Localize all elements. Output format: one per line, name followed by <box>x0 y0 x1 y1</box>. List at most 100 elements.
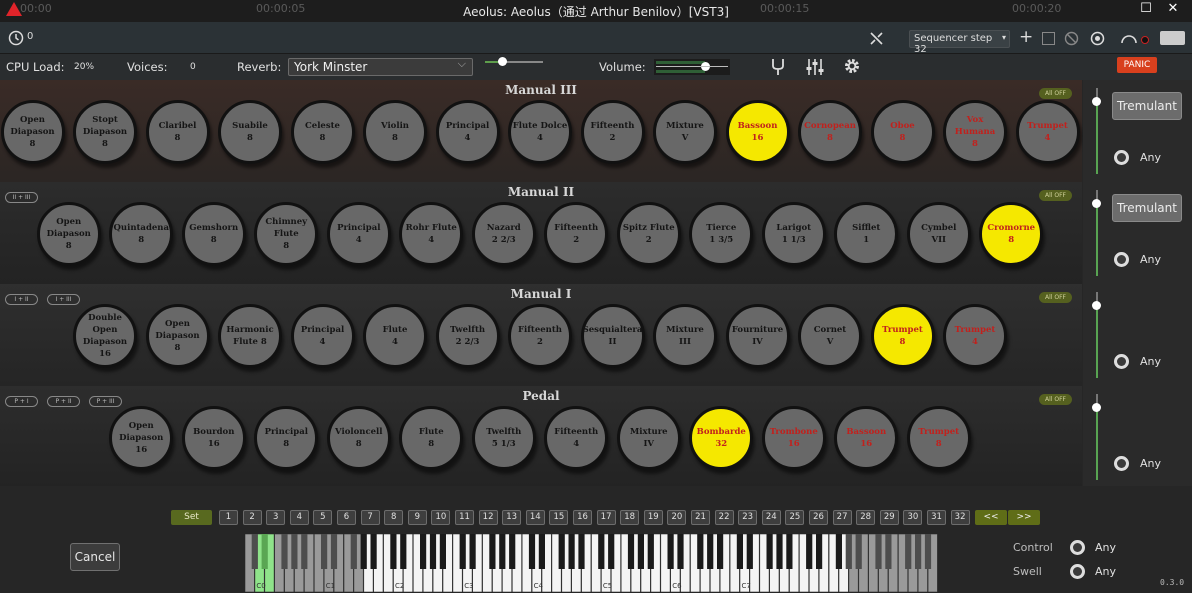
preset-button[interactable]: 28 <box>856 510 876 525</box>
stop-button[interactable]: Chimney Flute 8 <box>254 202 319 266</box>
bypass-icon[interactable] <box>1064 31 1079 46</box>
preset-prev-button[interactable]: << <box>975 510 1007 525</box>
midi-channel-value[interactable]: Any <box>1140 151 1161 164</box>
all-off-button[interactable]: All OFF <box>1039 394 1072 405</box>
stop-button[interactable]: Open Diapason 8 <box>145 304 210 368</box>
preset-button[interactable]: 7 <box>360 510 380 525</box>
add-icon[interactable]: + <box>1019 27 1033 47</box>
close-icon[interactable]: ✕ <box>1163 1 1183 16</box>
preset-button[interactable]: 14 <box>525 510 545 525</box>
midi-channel-icon[interactable] <box>1070 564 1085 579</box>
sequencer-step-select[interactable]: Sequencer step 32 ▾ <box>909 30 1010 55</box>
preset-button[interactable]: 29 <box>879 510 899 525</box>
all-off-button[interactable]: All OFF <box>1039 292 1072 303</box>
stop-button[interactable]: Cornet V <box>798 304 862 368</box>
stop-button[interactable]: Gemshorn 8 <box>181 202 246 266</box>
preset-button[interactable]: 27 <box>832 510 852 525</box>
preset-button[interactable]: 6 <box>337 510 356 525</box>
reverb-level-slider[interactable] <box>485 54 543 70</box>
stop-button[interactable]: Sesquialtera II <box>580 304 645 368</box>
stop-button[interactable]: Quintadena 8 <box>109 202 174 266</box>
coupler-button[interactable]: P + I <box>5 396 38 407</box>
preset-button[interactable]: 31 <box>927 510 946 525</box>
preset-button[interactable]: 5 <box>313 510 333 525</box>
stop-button[interactable]: Trumpet 8 <box>906 406 971 470</box>
preset-set-button[interactable]: Set <box>171 510 212 525</box>
preset-button[interactable]: 26 <box>809 510 828 525</box>
stop-button[interactable]: Bassoon 16 <box>725 100 790 164</box>
preset-button[interactable]: 21 <box>691 510 710 525</box>
gear-icon[interactable] <box>843 57 861 75</box>
stop-button[interactable]: Sifflet 1 <box>834 202 899 266</box>
stop-button[interactable]: Nazard 2 2/3 <box>471 202 536 266</box>
coupler-button[interactable]: P + III <box>89 396 122 407</box>
stop-button[interactable]: Open Diapason 16 <box>109 406 174 470</box>
stop-button[interactable]: Larigot 1 1/3 <box>761 202 826 266</box>
stop-button[interactable]: Spitz Flute 2 <box>616 202 681 266</box>
all-off-button[interactable]: All OFF <box>1039 190 1072 201</box>
stop-button[interactable]: Fifteenth 2 <box>580 100 645 164</box>
preset-button[interactable]: 2 <box>242 510 262 525</box>
preset-button[interactable]: 22 <box>714 510 734 525</box>
preset-button[interactable]: 12 <box>478 510 498 525</box>
stop-button[interactable]: Fourniture IV <box>725 304 790 368</box>
stop-button[interactable]: Fifteenth 2 <box>544 202 609 266</box>
preset-button[interactable]: 1 <box>219 510 238 525</box>
midi-channel-value[interactable]: Any <box>1140 457 1161 470</box>
cancel-button[interactable]: Cancel <box>70 543 120 571</box>
tuning-fork-icon[interactable] <box>770 58 786 76</box>
preset-button[interactable]: 20 <box>667 510 687 525</box>
stop-button[interactable]: Violoncell 8 <box>326 406 391 470</box>
preset-button[interactable]: 16 <box>573 510 592 525</box>
preset-button[interactable]: 18 <box>620 510 640 525</box>
stop-button[interactable]: Twelfth 2 2/3 <box>435 304 500 368</box>
stop-button[interactable]: Fifteenth 2 <box>508 304 572 368</box>
maximize-icon[interactable]: ☐ <box>1136 1 1156 16</box>
routing-icon[interactable] <box>869 31 884 46</box>
midi-channel-icon[interactable] <box>1114 354 1129 369</box>
stop-button[interactable]: Claribel 8 <box>145 100 210 164</box>
reverb-select[interactable]: York Minster ⌵ <box>288 57 473 76</box>
division-volume-slider[interactable] <box>1092 190 1101 276</box>
coupler-button[interactable]: P + II <box>47 396 80 407</box>
midi-channel-value[interactable]: Any <box>1140 253 1161 266</box>
timer-icon[interactable] <box>8 30 24 46</box>
stop-button[interactable]: Flute 4 <box>363 304 427 368</box>
preset-button[interactable]: 19 <box>643 510 663 525</box>
midi-channel-icon[interactable] <box>1114 252 1129 267</box>
stop-button[interactable]: Double Open Diapason 16 <box>73 304 137 368</box>
stop-button[interactable]: Principal 4 <box>290 304 355 368</box>
preset-button[interactable]: 11 <box>455 510 474 525</box>
stop-button[interactable]: Principal 4 <box>326 202 391 266</box>
midi-channel-icon[interactable] <box>1070 540 1085 555</box>
stop-button[interactable]: Stopt Diapason 8 <box>73 100 137 164</box>
all-off-button[interactable]: All OFF <box>1039 88 1072 99</box>
stop-button[interactable]: Bassoon 16 <box>834 406 899 470</box>
stop-button[interactable]: Trumpet 8 <box>870 304 935 368</box>
stop-button[interactable]: Mixture III <box>653 304 717 368</box>
stop-button[interactable]: Open Diapason 8 <box>0 100 65 164</box>
coupler-button[interactable]: I + III <box>47 294 80 305</box>
midi-channel-icon[interactable] <box>1114 456 1129 471</box>
preset-button[interactable]: 24 <box>761 510 781 525</box>
division-volume-slider[interactable] <box>1092 292 1101 378</box>
stop-button[interactable]: Suabile 8 <box>218 100 282 164</box>
division-volume-slider[interactable] <box>1092 88 1101 174</box>
stop-button[interactable]: Fifteenth 4 <box>544 406 609 470</box>
swell-channel-value[interactable]: Any <box>1095 565 1116 578</box>
keyboard-toggle-icon[interactable] <box>1160 31 1185 45</box>
preset-button[interactable]: 32 <box>950 510 970 525</box>
preset-button[interactable]: 9 <box>407 510 427 525</box>
performance-icon[interactable] <box>1120 31 1156 46</box>
preset-button[interactable]: 23 <box>738 510 758 525</box>
preset-button[interactable]: 15 <box>549 510 569 525</box>
stop-button[interactable]: Twelfth 5 1/3 <box>471 406 536 470</box>
stop-button[interactable]: Flute Dolce 4 <box>508 100 572 164</box>
stop-button[interactable]: Cornopean 8 <box>798 100 862 164</box>
midi-channel-icon[interactable] <box>1114 150 1129 165</box>
panic-button[interactable]: PANIC <box>1117 57 1157 73</box>
tremulant-button[interactable]: Tremulant <box>1112 92 1182 120</box>
stop-button[interactable]: Bombarde 32 <box>689 406 754 470</box>
control-channel-value[interactable]: Any <box>1095 541 1116 554</box>
stop-button[interactable]: Principal 4 <box>435 100 500 164</box>
